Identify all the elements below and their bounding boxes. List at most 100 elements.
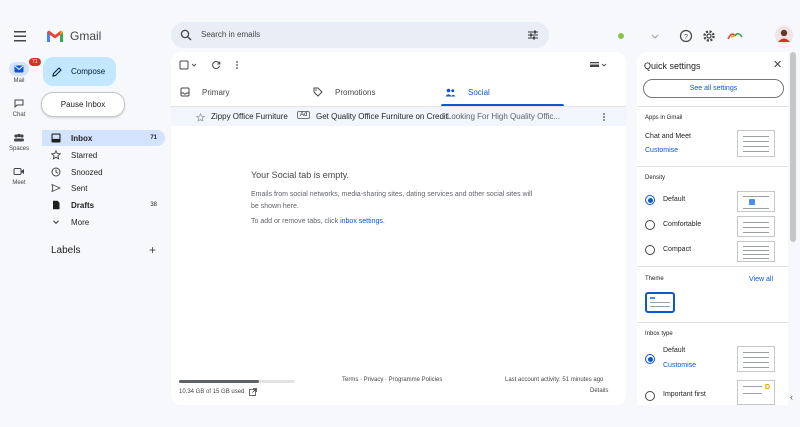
rail-meet-label: Meet — [12, 180, 26, 186]
settings-button[interactable] — [701, 28, 717, 44]
email-subject: Get Quality Office Furniture on Credit — [316, 112, 448, 121]
mail-unread-badge: 71 — [29, 58, 41, 66]
inbox-settings-link[interactable]: inbox settings — [340, 218, 383, 225]
checkbox-icon — [179, 60, 197, 70]
rail-chat-label: Chat — [12, 112, 26, 118]
qs-divider — [637, 322, 788, 323]
more-options-button[interactable] — [232, 60, 242, 70]
tab-primary[interactable]: Primary — [180, 79, 230, 105]
sidebar-item-drafts[interactable]: Drafts 38 — [42, 197, 165, 213]
density-comfortable-radio[interactable] — [645, 220, 655, 230]
quick-settings-scrollbar[interactable] — [790, 52, 796, 242]
inbox-type-option-label: Default — [663, 347, 686, 354]
rail-meet[interactable]: Meet — [4, 164, 34, 186]
chevron-left-icon[interactable]: ‹ — [790, 392, 793, 402]
gear-icon — [703, 30, 715, 42]
storage-bar-fill — [179, 380, 260, 383]
sidebar-item-inbox[interactable]: Inbox 71 — [42, 130, 165, 146]
sidebar-item-snoozed[interactable]: Snoozed — [42, 164, 165, 180]
rail-mail[interactable]: 71 Mail — [4, 58, 41, 84]
search-input[interactable]: Search in emails — [201, 30, 260, 39]
people-icon — [445, 88, 456, 96]
rail-chat[interactable]: Chat — [4, 96, 34, 118]
more-vert-icon[interactable] — [599, 112, 609, 122]
avatar[interactable] — [775, 26, 793, 44]
search-icon[interactable] — [180, 29, 192, 41]
star-icon[interactable] — [196, 113, 205, 122]
help-button[interactable]: ? — [678, 28, 694, 44]
pause-inbox-label: Pause Inbox — [60, 100, 106, 109]
tab-promotions[interactable]: Promotions — [313, 79, 375, 105]
send-icon — [51, 183, 61, 193]
email-row[interactable]: Zippy Office Furniture Ad Get Quality Of… — [171, 107, 626, 126]
refresh-button[interactable] — [211, 60, 221, 70]
ad-badge: Ad — [297, 111, 311, 119]
labels-heading: Labels — [51, 245, 81, 256]
split-pane-icon — [590, 62, 607, 67]
inbox-count: 71 — [150, 135, 157, 141]
close-icon[interactable]: ✕ — [773, 58, 782, 71]
tab-label: Primary — [202, 87, 230, 97]
sidebar-item-label: Snoozed — [71, 167, 103, 177]
customise-inbox-link[interactable]: Customise — [663, 362, 696, 369]
density-compact-radio[interactable] — [645, 245, 655, 255]
quick-settings-title: Quick settings — [644, 61, 701, 71]
sidebar-item-starred[interactable]: Starred — [42, 147, 165, 163]
spaces-icon — [9, 130, 29, 144]
star-icon — [51, 150, 61, 160]
select-all-checkbox[interactable] — [179, 60, 199, 70]
empty-state-title: Your Social tab is empty. — [251, 170, 350, 180]
gmail-logo-text: Gmail — [70, 29, 102, 43]
sidebar-item-label: More — [71, 217, 90, 227]
meet-icon — [9, 164, 29, 178]
help-icon: ? — [679, 29, 693, 43]
compose-button[interactable]: Compose — [43, 57, 116, 86]
rail-spaces[interactable]: Spaces — [4, 130, 34, 152]
menu-icon — [14, 31, 26, 42]
pencil-icon — [52, 66, 62, 77]
density-section-title: Density — [645, 175, 666, 181]
inbox-type-option-label: Important first — [663, 391, 706, 398]
tab-label: Social — [468, 87, 490, 97]
sidebar-item-label: Drafts — [71, 200, 95, 210]
split-pane-toggle[interactable] — [589, 60, 609, 70]
sidebar-item-sent[interactable]: Sent — [42, 180, 165, 196]
tab-label: Promotions — [335, 87, 376, 97]
last-activity: Last account activity: 51 minutes ago — [505, 377, 604, 383]
storage-bar — [179, 380, 295, 383]
add-label-button[interactable]: + — [149, 243, 156, 257]
external-link-icon[interactable] — [249, 388, 258, 396]
drafts-count: 38 — [150, 202, 157, 208]
inbox-type-important-radio[interactable] — [645, 391, 655, 401]
tabs-hint: To add or remove tabs, click inbox setti… — [251, 218, 385, 225]
google-apps-button[interactable] — [726, 28, 744, 44]
sidebar-item-label: Starred — [71, 150, 98, 160]
pause-inbox-button[interactable]: Pause Inbox — [41, 92, 125, 117]
theme-section-title: Theme — [645, 276, 664, 282]
account-avatar-icon — [775, 26, 793, 44]
see-all-settings-button[interactable]: See all settings — [643, 79, 784, 98]
chat-meet-label: Chat and Meet — [645, 133, 691, 140]
apps-preview-thumbnail — [737, 130, 775, 157]
tab-social[interactable]: Social — [445, 79, 490, 105]
search-bar[interactable]: Search in emails — [171, 22, 549, 48]
sidebar-item-label: Sent — [71, 183, 88, 193]
customise-apps-link[interactable]: Customise — [645, 147, 678, 154]
sidebar-item-more[interactable]: More — [42, 214, 165, 230]
inbox-type-default-radio[interactable] — [645, 354, 655, 364]
footer-links[interactable]: Terms · Privacy · Programme Policies — [342, 377, 442, 383]
view-all-themes-link[interactable]: View all — [749, 276, 773, 283]
chat-icon — [9, 96, 29, 110]
search-options-icon[interactable] — [527, 29, 539, 41]
gmail-logo[interactable]: Gmail — [46, 27, 101, 45]
draft-icon — [53, 200, 60, 210]
email-sender: Zippy Office Furniture — [211, 112, 288, 121]
theme-default-thumbnail[interactable] — [645, 292, 675, 313]
email-snippet: - Looking For High Quality Offic... — [442, 112, 561, 121]
rail-mail-label: Mail — [13, 78, 25, 84]
details-link[interactable]: Details — [590, 388, 608, 394]
inbox-type-section-title: Inbox type — [645, 331, 673, 337]
density-default-radio[interactable] — [645, 195, 655, 205]
status-selector[interactable] — [616, 28, 660, 44]
main-menu-button[interactable] — [10, 27, 30, 45]
